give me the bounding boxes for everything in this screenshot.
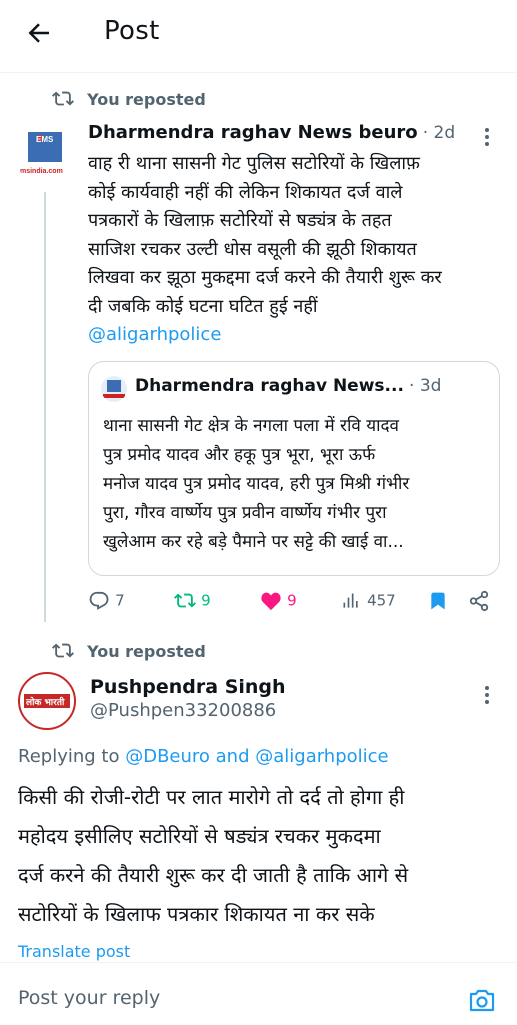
- replying-and: and: [209, 746, 256, 767]
- replying-to: Replying to @DBeuro and @aligarhpolice: [18, 746, 389, 767]
- post-body: वाह री थाना सासनी गेट पुलिस सटोरियों के …: [88, 150, 508, 350]
- post-line: सटोरियों के खिलाफ पत्रकार शिकायत ना कर स…: [18, 902, 375, 926]
- post-line: कोई कार्यवाही नहीं की लेकिन शिकायत दर्ज …: [88, 181, 403, 203]
- bookmark-icon[interactable]: [428, 590, 448, 612]
- ems-logo: EMS msindia.com: [14, 122, 76, 184]
- avatar[interactable]: EMS msindia.com: [14, 122, 76, 184]
- mention-link[interactable]: @DBeuro: [125, 746, 210, 767]
- view-count: 457: [367, 591, 396, 610]
- camera-icon[interactable]: [468, 987, 496, 1013]
- post-line: किसी की रोजी-रोटी पर लात मारोगे तो दर्द …: [18, 785, 405, 809]
- quote-time: · 3d: [409, 376, 442, 396]
- quote-line: पुत्र प्रमोद यादव और हकू पुत्र भूरा, भूर…: [103, 445, 376, 465]
- post-body: किसी की रोजी-रोटी पर लात मारोगे तो दर्द …: [18, 778, 508, 934]
- views-action[interactable]: 457: [342, 590, 396, 612]
- quote-body: थाना सासनी गेट क्षेत्र के नगला पला में र…: [103, 412, 493, 557]
- reply-icon: [89, 591, 109, 610]
- repost-indicator: You reposted: [52, 640, 206, 662]
- post-line: दर्ज करने की तैयारी शुरू कर दी जाती है त…: [18, 863, 409, 887]
- post-time[interactable]: · 2d: [423, 123, 455, 143]
- avatar[interactable]: लोक भारती: [18, 672, 76, 730]
- author-handle[interactable]: @Pushpen33200886: [90, 700, 286, 721]
- post-line: दी जबकि कोई घटना घटित हुई नहीं: [88, 295, 318, 317]
- svg-text:EMS: EMS: [36, 135, 54, 144]
- mention-link[interactable]: @aligarhpolice: [255, 746, 388, 767]
- reply-bar: Post your reply: [0, 962, 517, 1025]
- quote-line: खुलेआम कर रहे बड़े पैमाने पर सट्टे की खा…: [103, 532, 404, 552]
- post-line: महोदय इसीलिए सटोरियों से षड्यंत्र रचकर म…: [18, 824, 381, 848]
- post-line: पत्रकारों के खिलाफ़ सटोरियों से षड्यंत्र…: [88, 210, 392, 231]
- views-icon: [343, 593, 358, 608]
- repost-icon: [52, 91, 74, 106]
- top-bar: Post: [0, 0, 517, 73]
- mention-link[interactable]: @aligarhpolice: [88, 321, 508, 350]
- heart-icon: [261, 592, 281, 611]
- quoted-post-card[interactable]: Dharmendra raghav News... · 3d थाना सासन…: [88, 361, 500, 576]
- author-name[interactable]: Pushpendra Singh: [90, 676, 286, 698]
- author-name[interactable]: Dharmendra raghav News beuro: [88, 122, 418, 143]
- post-header: Pushpendra Singh @Pushpen33200886: [90, 676, 286, 721]
- reply-input[interactable]: Post your reply: [18, 987, 160, 1009]
- quote-line: पुरा, गौरव वार्ष्णेय पुत्र प्रवीन वार्ष्…: [103, 503, 387, 523]
- reply-action[interactable]: 7: [88, 590, 125, 612]
- quote-avatar: [101, 376, 127, 402]
- svg-text:msindia.com: msindia.com: [20, 168, 63, 175]
- reply-count: 7: [115, 591, 125, 610]
- repost-action[interactable]: 9: [174, 590, 211, 612]
- like-action[interactable]: 9: [260, 590, 297, 612]
- quote-author: Dharmendra raghav News...: [135, 376, 404, 396]
- quote-line: थाना सासनी गेट क्षेत्र के नगला पला में र…: [103, 416, 399, 436]
- repost-icon: [52, 643, 74, 658]
- lok-bharti-logo: लोक भारती: [21, 675, 73, 727]
- action-bar: 7 9 9 457: [88, 588, 498, 616]
- ems-logo-small: [103, 380, 125, 398]
- repost-icon: [174, 593, 196, 608]
- post-header: Dharmendra raghav News beuro · 2d: [88, 122, 488, 143]
- post-line: वाह री थाना सासनी गेट पुलिस सटोरियों के …: [88, 153, 420, 174]
- translate-link[interactable]: Translate post: [18, 942, 130, 961]
- more-options-icon[interactable]: [480, 684, 494, 706]
- repost-label: You reposted: [87, 89, 206, 109]
- back-arrow-icon[interactable]: [24, 18, 54, 48]
- svg-text:लोक भारती: लोक भारती: [25, 696, 65, 708]
- replying-prefix: Replying to: [18, 746, 126, 767]
- repost-indicator: You reposted: [52, 88, 206, 110]
- share-icon[interactable]: [468, 590, 490, 612]
- quote-line: मनोज यादव पुत्र प्रमोद यादव, हरी पुत्र म…: [103, 474, 410, 494]
- like-count: 9: [287, 591, 297, 610]
- repost-count: 9: [201, 591, 211, 610]
- page-title: Post: [104, 16, 160, 46]
- more-options-icon[interactable]: [480, 126, 494, 148]
- repost-label: You reposted: [87, 641, 206, 661]
- post-line: साजिश रचकर उल्टी धोस वसूली की झूठी शिकाय…: [88, 238, 417, 260]
- post-line: लिखवा कर झूठा मुकद्दमा दर्ज करने की तैया…: [88, 267, 442, 288]
- thread-line: [44, 192, 46, 622]
